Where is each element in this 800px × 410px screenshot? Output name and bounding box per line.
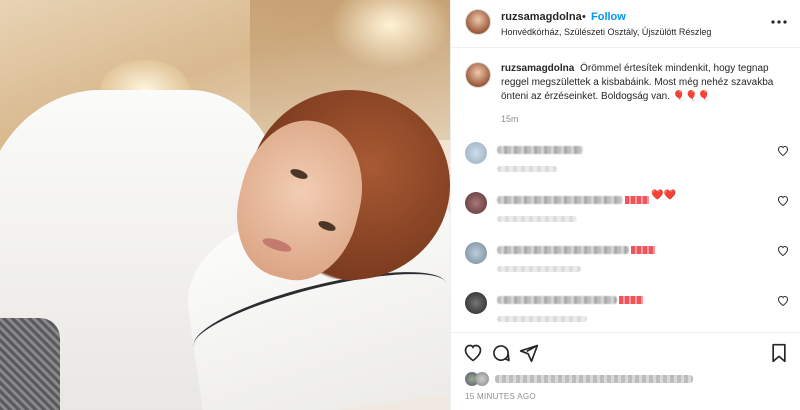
post-timestamp[interactable]: 15 MINUTES AGO bbox=[465, 392, 536, 401]
share-icon[interactable] bbox=[519, 343, 539, 363]
comment-like-icon[interactable] bbox=[777, 145, 789, 159]
comment-emoji-blurred bbox=[625, 196, 649, 204]
post-header: ruzsamagdolna • Follow Honvédkórház, Szü… bbox=[451, 0, 800, 48]
comment-like-icon[interactable] bbox=[777, 295, 789, 309]
post-side-panel: ruzsamagdolna • Follow Honvédkórház, Szü… bbox=[450, 0, 800, 410]
caption-username[interactable]: ruzsamagdolna bbox=[501, 63, 574, 74]
comment-like-icon[interactable] bbox=[777, 195, 789, 209]
author-username[interactable]: ruzsamagdolna bbox=[501, 11, 582, 23]
comment-meta-blurred bbox=[497, 316, 587, 322]
comment-emoji-blurred bbox=[631, 246, 655, 254]
comment-text-blurred bbox=[497, 296, 617, 304]
header-separator: • bbox=[582, 11, 586, 23]
caption-text: ruzsamagdolna Örömmel értesítek mindenki… bbox=[501, 62, 791, 104]
bookmark-icon[interactable] bbox=[769, 343, 789, 363]
comment-text-blurred bbox=[497, 196, 623, 204]
liked-by-text-blurred bbox=[495, 375, 693, 383]
post-action-bar bbox=[451, 332, 800, 368]
comment-item: ❤️❤️ bbox=[465, 190, 795, 232]
comment-item bbox=[465, 242, 795, 282]
post-image[interactable] bbox=[0, 0, 450, 410]
comment-text-blurred bbox=[497, 146, 583, 154]
liker-avatar[interactable] bbox=[475, 372, 489, 386]
comment-avatar[interactable] bbox=[465, 242, 487, 264]
comment-item bbox=[465, 142, 795, 182]
comment-icon[interactable] bbox=[491, 343, 511, 363]
comment-avatar[interactable] bbox=[465, 292, 487, 314]
follow-button[interactable]: Follow bbox=[591, 11, 626, 23]
comment-meta-blurred bbox=[497, 216, 577, 222]
comment-emoji: ❤️❤️ bbox=[651, 190, 676, 201]
comment-avatar[interactable] bbox=[465, 192, 487, 214]
comment-meta-blurred bbox=[497, 166, 557, 172]
author-avatar[interactable] bbox=[465, 9, 491, 35]
caption-avatar[interactable] bbox=[465, 62, 491, 88]
comment-meta-blurred bbox=[497, 266, 581, 272]
post-location[interactable]: Honvédkórház, Szülészeti Osztály, Újszül… bbox=[501, 27, 711, 37]
liked-by[interactable] bbox=[465, 372, 795, 386]
comment-item bbox=[465, 292, 795, 332]
comment-avatar[interactable] bbox=[465, 142, 487, 164]
comment-emoji-blurred bbox=[619, 296, 643, 304]
comment-like-icon[interactable] bbox=[777, 245, 789, 259]
caption-time: 15m bbox=[501, 114, 519, 124]
like-icon[interactable] bbox=[463, 343, 483, 363]
photo-blanket bbox=[0, 318, 60, 410]
more-options-icon[interactable] bbox=[771, 12, 787, 28]
comment-text-blurred bbox=[497, 246, 629, 254]
caption-emoji: 🎈🎈🎈 bbox=[672, 91, 711, 102]
